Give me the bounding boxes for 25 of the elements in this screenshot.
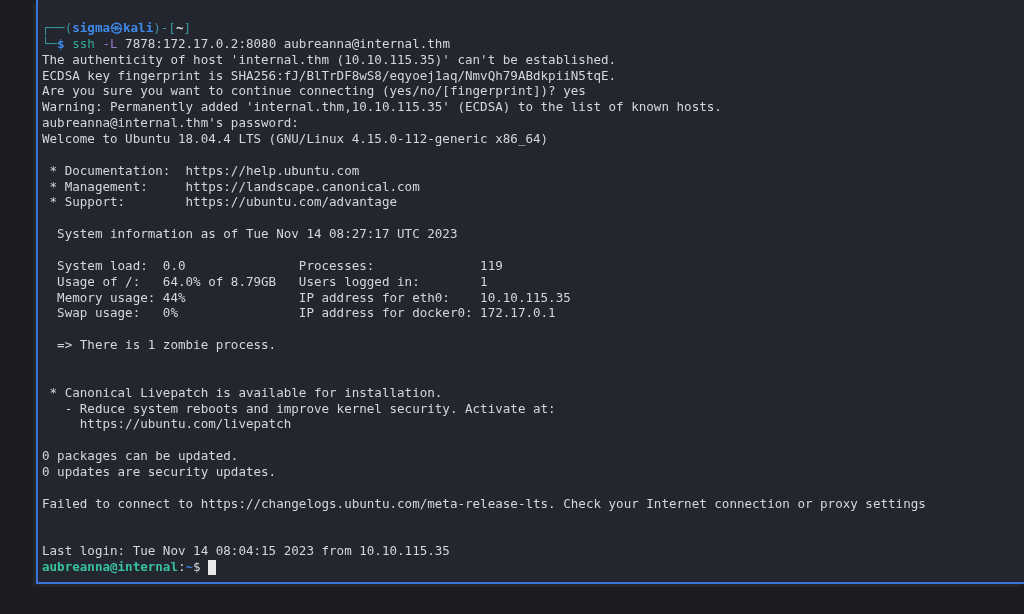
output-line: - Reduce system reboots and improve kernel security. Activate at: (63, 400, 556, 417)
shell-prompt: aubreanna@internal:~$ (42, 559, 201, 576)
output-line: => There is 1 zombie process. (56, 337, 277, 354)
output-line: The authenticity of host 'internal.thm (10.10.115.35)' can't be established. (42, 51, 617, 68)
output-line: https://ubuntu.com/livepatch (78, 416, 292, 433)
output-line: Warning: Permanently added 'internal.thm,10.10.115.35' (ECDSA) to the list of known hosts. (42, 99, 722, 116)
shell-prompt: ┌──(sigma㉿kali)-[~] (42, 20, 191, 36)
output-line: ECDSA key fingerprint is SHA256:fJ/BlTrDF8wS8/eqyoej1aq/NmvQh79ABdkpiiN5tqE. (42, 67, 617, 84)
output-line: Welcome to Ubuntu 18.04.4 LTS (GNU/Linux 4.15.0-112-generic x86_64) (42, 131, 549, 147)
output-line: System load: 0.0 Processes: 119 (56, 257, 503, 274)
output-line: aubreanna@internal.thm's password: (42, 115, 299, 131)
output-line: * Support: https://ubuntu.com/advantage (48, 194, 398, 211)
output-line: Failed to connect to https://changelogs.ubuntu.com/meta-release-lts. Check your Internet connection or proxy settings (42, 495, 926, 512)
output-line: * Canonical Livepatch is available for installation. (48, 384, 443, 401)
output-line: Are you sure you want to continue connecting (yes/no/[fingerprint])? yes (42, 83, 586, 100)
output-line: Usage of /: 64.0% of 8.79GB Users logged in: 1 (56, 273, 488, 290)
output-line: 0 updates are security updates. (42, 464, 277, 480)
output-line: System information as of Tue Nov 14 08:27:17 UTC 2023 (56, 226, 458, 243)
output-line: 0 packages can be updated. (42, 448, 239, 465)
output-line: * Documentation: https://help.ubuntu.com (48, 162, 360, 179)
output-line: * Management: https://landscape.canonical.com (48, 178, 420, 195)
output-line: Last login: Tue Nov 14 08:04:15 2023 from 10.10.115.35 (42, 543, 450, 560)
output-line: Swap usage: 0% IP address for docker0: 172.17.0.1 (56, 305, 556, 322)
output-line: Memory usage: 44% IP address for eth0: 10.10.115.35 (56, 289, 571, 306)
command-line: └─$ ssh -L 7878:172.17.0.2:8080 aubreanna@internal.thm (42, 35, 450, 52)
